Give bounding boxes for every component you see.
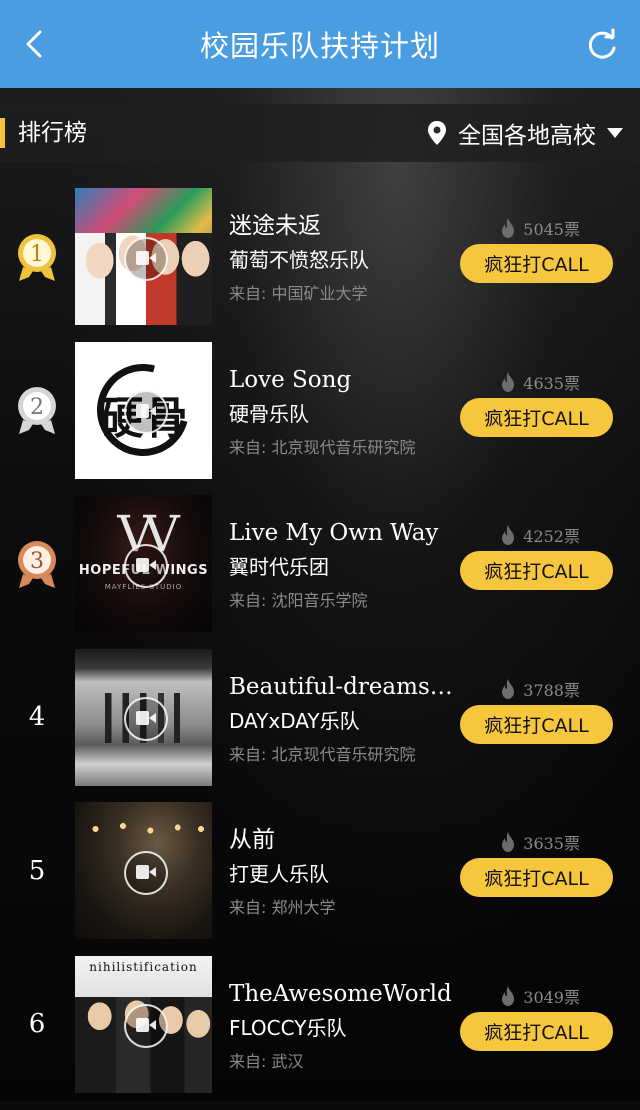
rank-badge: 3 bbox=[14, 495, 60, 632]
song-title: Live My Own Way bbox=[229, 520, 439, 547]
rank-row[interactable]: 3 VV HOPEFUL WINGS MAYFLIES STUDIO Live My… bbox=[0, 495, 640, 649]
band-name: 翼时代乐团 bbox=[229, 555, 329, 580]
flame-icon bbox=[502, 525, 515, 546]
call-button[interactable]: 疯狂打CALL bbox=[460, 1011, 613, 1051]
app-header: 校园乐队扶持计划 bbox=[0, 0, 640, 88]
rank-badge: 5 bbox=[14, 802, 60, 939]
flame-icon bbox=[502, 371, 515, 392]
flame-icon bbox=[502, 218, 515, 238]
vote-count: 3788票 bbox=[499, 677, 580, 701]
flame-icon bbox=[502, 678, 515, 699]
location-pin-icon bbox=[428, 121, 446, 145]
thumb-scrawl-text: nihilistification bbox=[89, 959, 198, 974]
refresh-icon bbox=[588, 28, 616, 59]
call-button[interactable]: 疯狂打CALL bbox=[460, 704, 613, 744]
refresh-button[interactable] bbox=[584, 28, 620, 64]
video-thumbnail[interactable]: VV HOPEFUL WINGS MAYFLIES STUDIO bbox=[75, 495, 212, 633]
rank-number: 1 bbox=[30, 242, 44, 267]
flame-icon bbox=[502, 832, 515, 853]
vote-count-text: 4635票 bbox=[523, 373, 580, 393]
entry-info: Love Song 硬骨乐队 来自: 北京现代音乐研究院 bbox=[229, 364, 461, 458]
call-button[interactable]: 疯狂打CALL bbox=[460, 551, 613, 591]
entry-info: TheAwesomeWorld FLOCCY乐队 来自: 武汉 bbox=[229, 978, 461, 1072]
vote-count: 3635票 bbox=[499, 830, 580, 854]
rank-row[interactable]: 4 Beautiful-dreams(Demo) DAYxDAY乐队 来自: 北… bbox=[0, 648, 640, 803]
ranking-list: 1 迷途未返 葡萄不愤怒乐队 来自: 中国矿业大学 5045票 疯狂打CALL … bbox=[0, 188, 640, 1110]
region-label: 全国各地高校 bbox=[458, 123, 596, 149]
video-play-icon[interactable] bbox=[123, 1004, 168, 1049]
video-thumbnail[interactable]: 硬骨 bbox=[75, 341, 212, 479]
school-label: 来自: 沈阳音乐学院 bbox=[229, 591, 368, 611]
rank-badge: 1 bbox=[14, 188, 60, 325]
rank-number: 5 bbox=[28, 855, 46, 886]
video-thumbnail[interactable]: nihilistification bbox=[75, 955, 212, 1093]
band-name: 打更人乐队 bbox=[229, 862, 329, 887]
entry-info: Live My Own Way 翼时代乐团 来自: 沈阳音乐学院 bbox=[229, 517, 461, 611]
call-button[interactable]: 疯狂打CALL bbox=[460, 397, 613, 437]
rank-number: 2 bbox=[30, 395, 44, 420]
ranking-title: 排行榜 bbox=[18, 120, 87, 146]
vote-count-text: 4252票 bbox=[523, 527, 580, 547]
school-label: 来自: 郑州大学 bbox=[229, 898, 336, 918]
video-thumbnail[interactable] bbox=[75, 188, 212, 325]
vote-count-text: 3788票 bbox=[523, 680, 580, 700]
entry-info: 从前 打更人乐队 来自: 郑州大学 bbox=[229, 824, 461, 918]
video-thumbnail[interactable] bbox=[75, 802, 212, 940]
region-selector[interactable]: 全国各地高校 bbox=[426, 104, 624, 162]
band-name: 葡萄不愤怒乐队 bbox=[229, 248, 369, 272]
band-name: 硬骨乐队 bbox=[229, 401, 309, 426]
rank-badge: 6 bbox=[14, 956, 60, 1093]
vote-count-text: 3049票 bbox=[523, 987, 580, 1007]
flame-icon bbox=[502, 985, 515, 1006]
band-name: DAYxDAY乐队 bbox=[229, 708, 360, 733]
school-label: 来自: 中国矿业大学 bbox=[229, 284, 368, 303]
song-title: Love Song bbox=[229, 366, 352, 393]
song-title: TheAwesomeWorld bbox=[229, 980, 452, 1007]
school-label: 来自: 武汉 bbox=[229, 1051, 304, 1071]
video-play-icon[interactable] bbox=[123, 697, 168, 742]
page-title: 校园乐队扶持计划 bbox=[199, 29, 440, 63]
school-label: 来自: 北京现代音乐研究院 bbox=[229, 744, 416, 764]
section-accent bbox=[0, 118, 5, 148]
vote-count-text: 5045票 bbox=[523, 220, 580, 239]
rank-row[interactable]: 6 nihilistification TheAwesomeWorld FLOC… bbox=[0, 955, 640, 1110]
filter-bar: 排行榜 全国各地高校 bbox=[0, 104, 640, 162]
song-title: 迷途未返 bbox=[229, 213, 321, 239]
rank-row[interactable]: 2 硬骨 Love Song 硬骨乐队 来自: 北京现代音乐研究院 4635票 … bbox=[0, 341, 640, 496]
rank-number: 6 bbox=[28, 1009, 46, 1040]
stage-lights bbox=[75, 814, 212, 845]
video-play-icon[interactable] bbox=[123, 850, 168, 895]
call-button[interactable]: 疯狂打CALL bbox=[460, 858, 613, 898]
school-label: 来自: 北京现代音乐研究院 bbox=[229, 437, 416, 457]
silver-medal-icon: 2 bbox=[18, 387, 56, 435]
rank-number: 3 bbox=[30, 549, 44, 574]
video-play-icon[interactable] bbox=[123, 543, 168, 588]
entry-info: 迷途未返 葡萄不愤怒乐队 来自: 中国矿业大学 bbox=[229, 210, 461, 304]
rank-row[interactable]: 5 从前 打更人乐队 来自: 郑州大学 3635票 疯狂打CALL bbox=[0, 802, 640, 956]
video-thumbnail[interactable] bbox=[75, 648, 212, 786]
entry-info: Beautiful-dreams(Demo) DAYxDAY乐队 来自: 北京现… bbox=[229, 671, 461, 765]
vote-count: 5045票 bbox=[499, 216, 580, 240]
rank-row[interactable]: 1 迷途未返 葡萄不愤怒乐队 来自: 中国矿业大学 5045票 疯狂打CALL bbox=[0, 188, 640, 342]
bronze-medal-icon: 3 bbox=[18, 540, 56, 588]
vote-count: 4635票 bbox=[499, 370, 580, 394]
video-play-icon[interactable] bbox=[123, 236, 168, 281]
gold-medal-icon: 1 bbox=[18, 233, 56, 281]
rank-badge: 2 bbox=[14, 342, 60, 479]
caret-down-icon bbox=[607, 128, 623, 138]
vote-count: 4252票 bbox=[499, 523, 580, 547]
vote-count: 3049票 bbox=[499, 984, 580, 1008]
video-play-icon[interactable] bbox=[123, 390, 168, 435]
vote-count-text: 3635票 bbox=[523, 834, 580, 854]
band-name: FLOCCY乐队 bbox=[229, 1015, 347, 1040]
song-title: 从前 bbox=[229, 827, 275, 854]
call-button[interactable]: 疯狂打CALL bbox=[460, 244, 613, 283]
rank-number: 4 bbox=[28, 702, 46, 733]
song-title: Beautiful-dreams(Demo) bbox=[229, 673, 461, 700]
rank-badge: 4 bbox=[14, 649, 60, 786]
